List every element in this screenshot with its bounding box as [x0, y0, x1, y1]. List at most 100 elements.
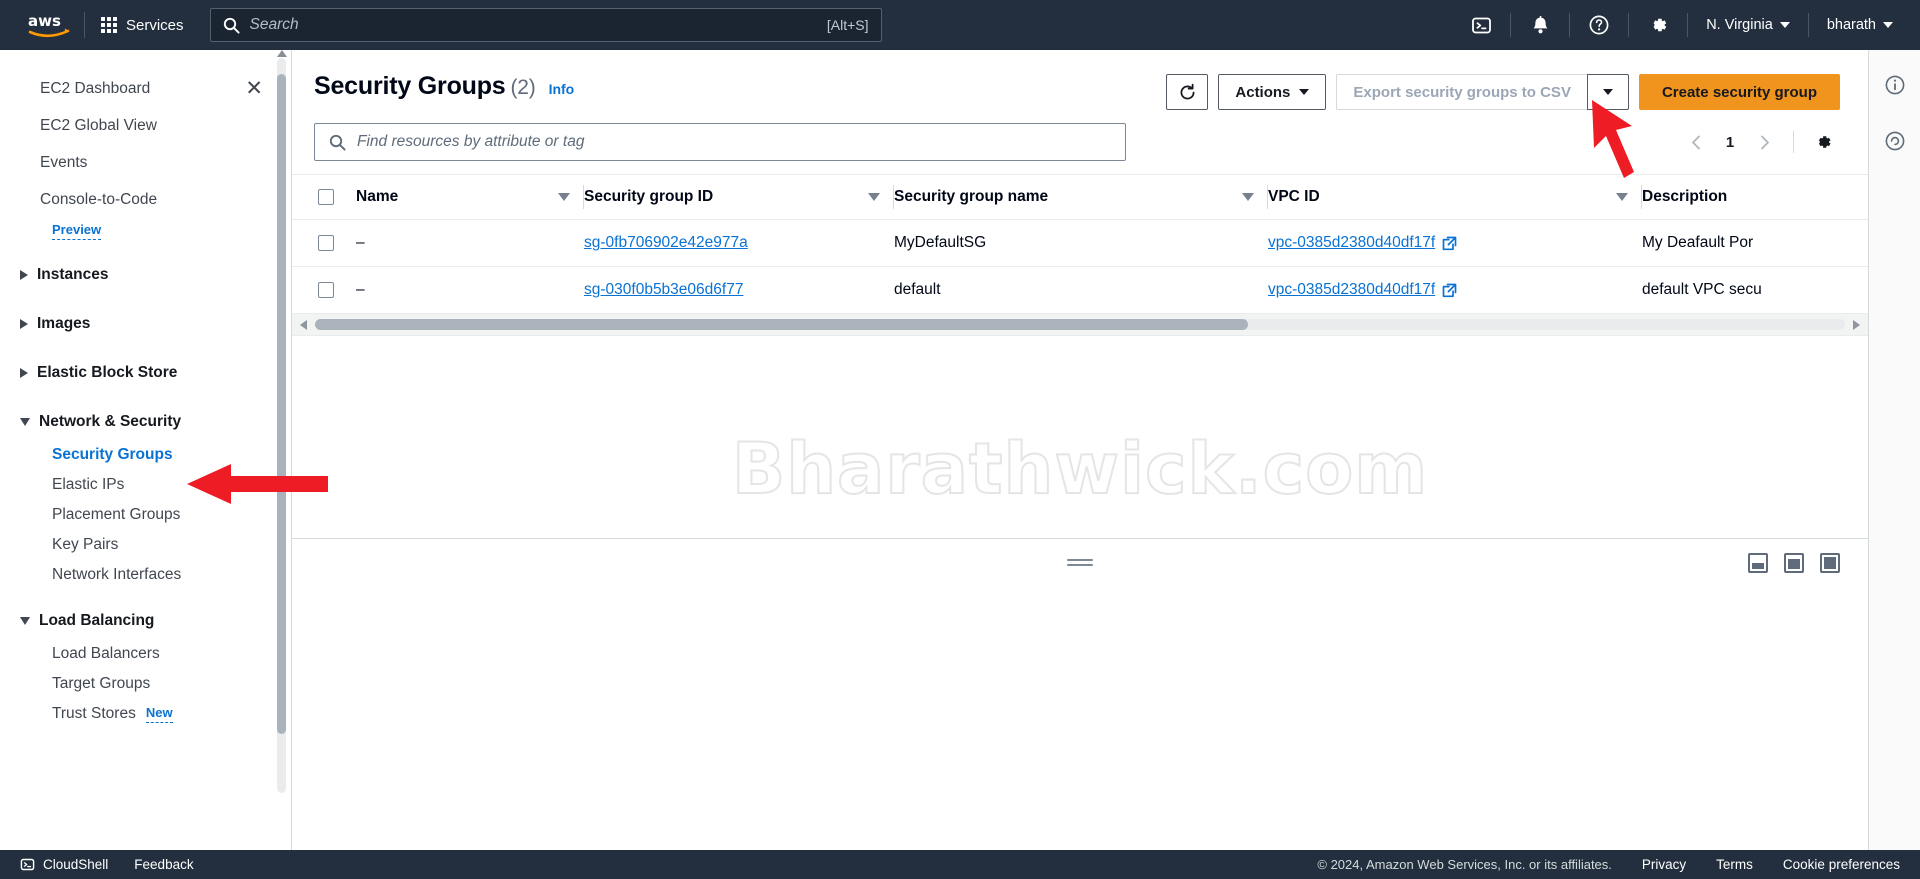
sidebar-item-target-groups[interactable]: Target Groups [0, 669, 291, 699]
table-horizontal-scrollbar[interactable] [292, 314, 1868, 336]
panel-half-icon[interactable] [1784, 552, 1804, 573]
sidebar-item-security-groups[interactable]: Security Groups [0, 440, 291, 470]
services-menu-button[interactable]: Services [89, 9, 196, 42]
sidebar-item-ec2-global-view[interactable]: EC2 Global View [0, 107, 291, 144]
sidebar-scrollbar[interactable] [277, 58, 286, 793]
vpc-id-link[interactable]: vpc-0385d2380d40df17f [1268, 281, 1457, 299]
close-icon[interactable]: ✕ [245, 78, 263, 99]
sidebar-item-network-interfaces[interactable]: Network Interfaces [0, 560, 291, 590]
footer-cookie-preferences-link[interactable]: Cookie preferences [1783, 857, 1900, 872]
scrollbar-thumb[interactable] [315, 319, 1249, 330]
question-circle-icon [1589, 15, 1609, 35]
sidebar-item-label: Trust Stores [52, 705, 136, 722]
sidebar-group-label: Images [37, 314, 91, 332]
sidebar-item-load-balancers[interactable]: Load Balancers [0, 639, 291, 669]
select-all-checkbox[interactable] [318, 189, 334, 205]
sidebar-item-label: Events [40, 153, 88, 171]
column-label: Name [356, 188, 399, 205]
sort-caret-icon[interactable] [1242, 193, 1254, 201]
notifications-button[interactable] [1518, 7, 1562, 43]
footer-cloudshell-button[interactable]: CloudShell [20, 857, 108, 872]
row-checkbox[interactable] [318, 235, 334, 251]
shortcuts-icon [1885, 131, 1904, 151]
page-footer: CloudShell Feedback © 2024, Amazon Web S… [0, 850, 1920, 879]
chevron-down-icon [20, 616, 30, 625]
table-header-row: Name Security group ID Security group na… [292, 174, 1868, 220]
row-checkbox[interactable] [318, 282, 334, 298]
scrollbar-track[interactable] [315, 319, 1845, 330]
sidebar-group-load-balancing[interactable]: Load Balancing [0, 602, 291, 639]
shortcuts-panel-button[interactable] [1878, 124, 1912, 158]
panel-bottom-icon[interactable] [1748, 552, 1768, 573]
search-input[interactable]: Find resources by attribute or tag [314, 123, 1126, 161]
sidebar-group-images[interactable]: Images [0, 305, 291, 342]
help-button[interactable] [1577, 7, 1621, 43]
info-link[interactable]: Info [549, 81, 575, 97]
preview-badge[interactable]: Preview [52, 222, 102, 240]
account-menu[interactable]: bharath [1816, 9, 1904, 41]
footer-copyright: © 2024, Amazon Web Services, Inc. or its… [1317, 857, 1612, 872]
sort-caret-icon[interactable] [1616, 193, 1628, 201]
panel-full-icon[interactable] [1820, 552, 1840, 573]
vpc-id-link[interactable]: vpc-0385d2380d40df17f [1268, 234, 1457, 252]
sidebar-item-label: EC2 Global View [40, 116, 157, 134]
footer-privacy-link[interactable]: Privacy [1642, 857, 1686, 872]
column-header-security-group-id[interactable]: Security group ID [584, 174, 894, 220]
footer-feedback-link[interactable]: Feedback [134, 857, 193, 872]
actions-dropdown-button[interactable]: Actions [1218, 74, 1327, 110]
refresh-button[interactable] [1166, 74, 1209, 110]
settings-button[interactable] [1636, 7, 1680, 43]
sidebar-group-elastic-block-store[interactable]: Elastic Block Store [0, 354, 291, 391]
previous-page-button[interactable] [1679, 125, 1713, 159]
column-header-vpc-id[interactable]: VPC ID [1268, 174, 1642, 220]
search-icon [329, 134, 346, 151]
sidebar-item-console-to-code[interactable]: Console-to-Code [0, 181, 291, 218]
scroll-right-arrow[interactable] [1853, 319, 1860, 330]
sidebar-item-label: Console-to-Code [40, 190, 158, 208]
footer-right-group: © 2024, Amazon Web Services, Inc. or its… [1317, 857, 1900, 872]
actions-label: Actions [1235, 83, 1291, 101]
aws-logo[interactable]: aws [18, 11, 80, 39]
table-row[interactable]: – sg-0fb706902e42e977a MyDefaultSG vpc-0… [292, 219, 1868, 267]
sidebar-item-key-pairs[interactable]: Key Pairs [0, 530, 291, 560]
sidebar-group-label: Load Balancing [39, 611, 155, 629]
sidebar-item-placement-groups[interactable]: Placement Groups [0, 500, 291, 530]
cloudshell-button[interactable] [1459, 7, 1503, 43]
sort-caret-icon[interactable] [868, 193, 880, 201]
current-page-number[interactable]: 1 [1717, 134, 1743, 151]
sidebar-item-ec2-dashboard[interactable]: EC2 Dashboard ✕ [0, 70, 291, 107]
table-preferences-button[interactable] [1806, 125, 1840, 159]
sidebar-scroll-up-arrow[interactable] [277, 50, 287, 57]
create-label: Create security group [1661, 83, 1817, 101]
create-security-group-button[interactable]: Create security group [1638, 74, 1840, 110]
column-header-security-group-name[interactable]: Security group name [894, 174, 1268, 220]
sidebar-group-network-and-security[interactable]: Network & Security [0, 403, 291, 440]
global-search-input[interactable]: Search [Alt+S] [209, 8, 882, 42]
region-selector[interactable]: N. Virginia [1695, 9, 1801, 41]
footer-terms-link[interactable]: Terms [1716, 857, 1753, 872]
sort-caret-icon[interactable] [558, 193, 570, 201]
sidebar-item-elastic-ips[interactable]: Elastic IPs [0, 470, 291, 500]
sidebar-item-events[interactable]: Events [0, 144, 291, 181]
external-link-icon [1442, 236, 1457, 250]
sidebar-item-trust-stores[interactable]: Trust Stores New [0, 699, 291, 729]
export-dropdown-toggle[interactable] [1586, 74, 1629, 110]
drag-handle[interactable] [1067, 559, 1093, 566]
column-header-name[interactable]: Name [356, 174, 584, 220]
toolbar-actions: Actions Export security groups to CSV Cr… [1166, 72, 1840, 110]
column-label: Security group name [894, 188, 1049, 205]
security-group-id-link[interactable]: sg-030f0b5b3e06d6f77 [584, 281, 743, 298]
vpc-id-text: vpc-0385d2380d40df17f [1268, 234, 1436, 251]
sidebar-item-label: Elastic IPs [52, 476, 125, 493]
new-badge[interactable]: New [145, 705, 173, 723]
info-panel-button[interactable] [1878, 68, 1912, 102]
sidebar-item-label: EC2 Dashboard [40, 79, 151, 97]
column-header-description[interactable]: Description [1642, 174, 1868, 220]
pagination: 1 [1679, 125, 1840, 159]
sidebar-group-instances[interactable]: Instances [0, 256, 291, 293]
scroll-left-arrow[interactable] [300, 319, 307, 330]
table-row[interactable]: – sg-030f0b5b3e06d6f77 default vpc-0385d… [292, 266, 1868, 314]
security-group-id-link[interactable]: sg-0fb706902e42e977a [584, 234, 748, 251]
next-page-button[interactable] [1747, 125, 1781, 159]
sidebar-scrollbar-thumb[interactable] [277, 74, 286, 734]
